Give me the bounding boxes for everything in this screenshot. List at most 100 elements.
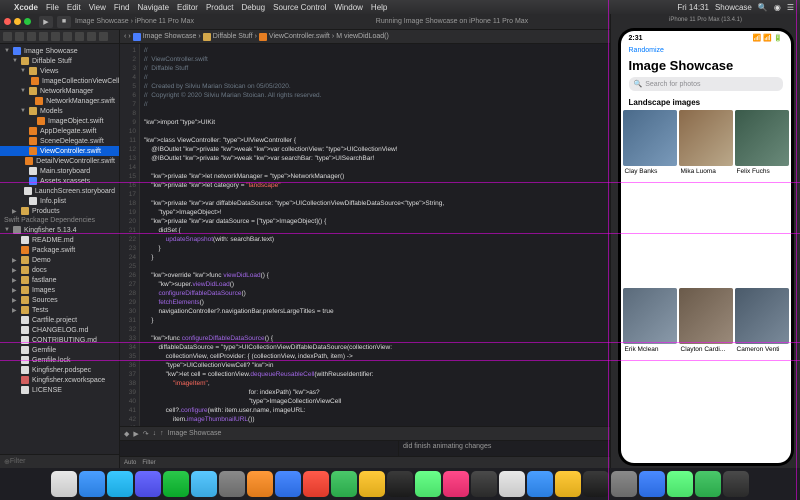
menu-view[interactable]: View [89, 3, 106, 12]
test-navigator-tab[interactable] [63, 32, 72, 41]
tree-item[interactable]: LICENSE [0, 385, 119, 395]
tree-item[interactable]: Assets.xcassets [0, 176, 119, 186]
tree-item[interactable]: Package.swift [0, 245, 119, 255]
photo-card[interactable]: Clay Banks [623, 110, 677, 286]
debug-process[interactable]: Image Showcase [168, 430, 222, 437]
nav-randomize-button[interactable]: Randomize [621, 45, 791, 56]
tree-item[interactable]: ▶docs [0, 265, 119, 275]
dock-app-icon[interactable] [695, 471, 721, 497]
tree-item[interactable]: CHANGELOG.md [0, 325, 119, 335]
dock-app-icon[interactable] [555, 471, 581, 497]
tree-item[interactable]: ▼Models [0, 106, 119, 116]
continue-button[interactable]: ▶ [133, 430, 138, 438]
dock-app-icon[interactable] [499, 471, 525, 497]
step-over-button[interactable]: ↷ [143, 430, 149, 438]
photo-card[interactable]: Erik Mclean [623, 288, 677, 464]
simulator-screen[interactable]: 2:31 📶 📶 🔋 Randomize Image Showcase 🔍 Se… [621, 31, 791, 463]
issue-navigator-tab[interactable] [51, 32, 60, 41]
menubar-clock[interactable]: Fri 14:31 [677, 3, 709, 12]
menu-source-control[interactable]: Source Control [273, 3, 326, 12]
toggle-breakpoints-button[interactable]: ◆ [124, 430, 129, 438]
menu-window[interactable]: Window [334, 3, 362, 12]
tree-item[interactable]: Gemfile [0, 345, 119, 355]
tree-item[interactable]: NetworkManager.swift [0, 96, 119, 106]
menu-navigate[interactable]: Navigate [137, 3, 169, 12]
minimize-window-button[interactable] [14, 18, 21, 25]
report-navigator-tab[interactable] [99, 32, 108, 41]
code-editor[interactable]: 1234567891011121314151617181920212223242… [120, 44, 678, 426]
podcasts-dock-icon[interactable] [359, 471, 385, 497]
tree-item[interactable]: ▶Demo [0, 255, 119, 265]
menu-find[interactable]: Find [114, 3, 130, 12]
tree-item[interactable]: ▼Views [0, 66, 119, 76]
tree-item[interactable]: Info.plist [0, 196, 119, 206]
dock-app-icon[interactable] [583, 471, 609, 497]
notes-dock-icon[interactable] [303, 471, 329, 497]
photo-grid[interactable]: Clay BanksMika LuomaFelix FuchsErik Mcle… [621, 110, 791, 463]
dock-app-icon[interactable] [667, 471, 693, 497]
dock-app-icon[interactable] [639, 471, 665, 497]
contacts-dock-icon[interactable] [219, 471, 245, 497]
tree-item[interactable]: Kingfisher.xcworkspace [0, 375, 119, 385]
jump-bar[interactable]: ‹ › Image Showcase› Diffable Stuff› View… [120, 30, 678, 44]
menu-debug[interactable]: Debug [242, 3, 266, 12]
music-dock-icon[interactable] [331, 471, 357, 497]
navigator-filter[interactable]: ⊕ Filter [0, 454, 119, 468]
symbol-navigator-tab[interactable] [27, 32, 36, 41]
tree-item[interactable]: ▶Products [0, 206, 119, 216]
tree-item[interactable]: SceneDelegate.swift [0, 136, 119, 146]
tree-item[interactable]: DetailViewController.swift [0, 156, 119, 166]
trash-dock-icon[interactable] [723, 471, 749, 497]
photo-card[interactable]: Mika Luoma [679, 110, 733, 286]
tree-item[interactable]: LaunchScreen.storyboard [0, 186, 119, 196]
dock-app-icon[interactable] [611, 471, 637, 497]
notifications-icon[interactable]: ☰ [787, 3, 794, 12]
source-control-navigator-tab[interactable] [15, 32, 24, 41]
photos-dock-icon[interactable] [191, 471, 217, 497]
run-button[interactable]: ▶ [39, 16, 53, 28]
menu-product[interactable]: Product [206, 3, 234, 12]
appstore-dock-icon[interactable] [415, 471, 441, 497]
project-navigator-tab[interactable] [3, 32, 12, 41]
siri-icon[interactable]: ◉ [774, 3, 781, 12]
settings-dock-icon[interactable] [443, 471, 469, 497]
tree-item[interactable]: ▶Tests [0, 305, 119, 315]
back-button[interactable]: ‹ [124, 33, 126, 40]
tree-item[interactable]: ▼NetworkManager [0, 86, 119, 96]
tree-item[interactable]: ▶Images [0, 285, 119, 295]
search-bar[interactable]: 🔍 Search for photos [629, 77, 783, 91]
tree-item[interactable]: ImageCollectionViewCell.swift [0, 76, 119, 86]
source-text[interactable]: //// ViewController.swift// Diffable Stu… [140, 44, 658, 426]
app-menu[interactable]: Xcode [14, 3, 38, 12]
messages-dock-icon[interactable] [135, 471, 161, 497]
tree-item[interactable]: Gemfile.lock [0, 355, 119, 365]
tree-item[interactable]: Kingfisher.podspec [0, 365, 119, 375]
step-out-button[interactable]: ↑ [160, 430, 164, 437]
tree-item[interactable]: ViewController.swift [0, 146, 119, 156]
tree-item[interactable]: ▼Kingfisher 5.13.4 [0, 225, 119, 235]
find-navigator-tab[interactable] [39, 32, 48, 41]
vars-filter[interactable]: Filter [142, 460, 155, 466]
tree-item[interactable]: ▼Diffable Stuff [0, 56, 119, 66]
scheme-selector[interactable]: Image Showcase › iPhone 11 Pro Max [75, 18, 194, 25]
tree-item[interactable]: ▶fastlane [0, 275, 119, 285]
variables-view[interactable] [120, 441, 399, 456]
forward-button[interactable]: › [128, 33, 130, 40]
tree-item[interactable]: Cartfile.project [0, 315, 119, 325]
tree-item[interactable]: ▶Sources [0, 295, 119, 305]
breakpoint-navigator-tab[interactable] [87, 32, 96, 41]
safari-dock-icon[interactable] [79, 471, 105, 497]
step-into-button[interactable]: ↓ [153, 430, 157, 437]
tv-dock-icon[interactable] [387, 471, 413, 497]
spotlight-icon[interactable]: 🔍 [758, 3, 768, 12]
photo-card[interactable]: Cameron Venti [735, 288, 789, 464]
menubar-project[interactable]: Showcase [715, 3, 752, 12]
tree-item[interactable]: ▼Image Showcase [0, 46, 119, 56]
tree-item[interactable]: README.md [0, 235, 119, 245]
tree-item[interactable]: AppDelegate.swift [0, 126, 119, 136]
close-window-button[interactable] [4, 18, 11, 25]
menu-help[interactable]: Help [371, 3, 387, 12]
tree-item[interactable]: ImageObject.swift [0, 116, 119, 126]
xcode-dock-icon[interactable] [471, 471, 497, 497]
auto-scope[interactable]: Auto [124, 460, 136, 466]
